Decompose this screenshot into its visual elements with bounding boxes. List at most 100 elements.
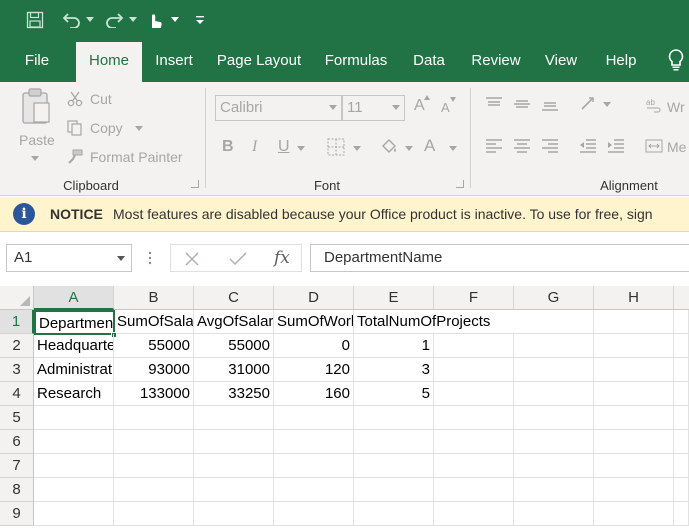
empty-cell[interactable]: [594, 502, 674, 526]
cell-b1[interactable]: SumOfSalary: [114, 310, 194, 334]
empty-cell[interactable]: [434, 358, 514, 382]
align-top-icon[interactable]: [484, 96, 504, 112]
copy-icon[interactable]: [66, 119, 84, 137]
empty-cell[interactable]: [594, 406, 674, 430]
font-color-dropdown-icon[interactable]: [448, 144, 458, 152]
customize-qat-icon[interactable]: [192, 8, 208, 32]
cell-b2[interactable]: 55000: [114, 334, 194, 358]
empty-cell[interactable]: [274, 454, 354, 478]
empty-cell[interactable]: [514, 478, 594, 502]
empty-cell[interactable]: [274, 478, 354, 502]
empty-cell[interactable]: [114, 454, 194, 478]
tab-view[interactable]: View: [538, 40, 584, 82]
empty-cell[interactable]: [274, 406, 354, 430]
cancel-icon[interactable]: [182, 249, 202, 269]
empty-cell[interactable]: [354, 478, 434, 502]
align-right-icon[interactable]: [540, 138, 560, 154]
empty-cell[interactable]: [674, 358, 689, 382]
orientation-icon[interactable]: [578, 94, 600, 114]
column-header-c[interactable]: C: [194, 286, 274, 310]
cell-d3[interactable]: 120: [274, 358, 354, 382]
format-painter-button[interactable]: Format Painter: [90, 149, 183, 165]
column-header-b[interactable]: B: [114, 286, 194, 310]
row-header-9[interactable]: 9: [0, 502, 34, 526]
empty-cell[interactable]: [114, 502, 194, 526]
align-middle-icon[interactable]: [512, 96, 532, 112]
empty-cell[interactable]: [34, 478, 114, 502]
tab-help[interactable]: Help: [598, 40, 644, 82]
empty-cell[interactable]: [34, 454, 114, 478]
redo-dropdown-icon[interactable]: [127, 8, 139, 32]
align-bottom-icon[interactable]: [540, 96, 560, 112]
empty-cell[interactable]: [594, 430, 674, 454]
cell-d1[interactable]: SumOfWorkHours: [274, 310, 354, 334]
row-header-3[interactable]: 3: [0, 358, 34, 382]
copy-button[interactable]: Copy: [90, 120, 123, 136]
underline-button[interactable]: U: [278, 138, 290, 156]
undo-dropdown-icon[interactable]: [84, 8, 96, 32]
empty-cell[interactable]: [594, 334, 674, 358]
cell-e3[interactable]: 3: [354, 358, 434, 382]
tab-file[interactable]: File: [14, 40, 60, 82]
cell-a4[interactable]: Research: [34, 382, 114, 406]
empty-cell[interactable]: [194, 454, 274, 478]
undo-icon[interactable]: [58, 8, 84, 32]
empty-cell[interactable]: [274, 430, 354, 454]
empty-cell[interactable]: [114, 406, 194, 430]
empty-cell[interactable]: [194, 430, 274, 454]
empty-cell[interactable]: [514, 310, 594, 334]
empty-cell[interactable]: [274, 502, 354, 526]
empty-cell[interactable]: [434, 454, 514, 478]
row-header-2[interactable]: 2: [0, 334, 34, 358]
insert-function-button[interactable]: fx: [274, 248, 290, 268]
copy-dropdown-icon[interactable]: [134, 124, 144, 132]
row-header-1[interactable]: 1: [0, 310, 34, 334]
row-header-6[interactable]: 6: [0, 430, 34, 454]
cell-b3[interactable]: 93000: [114, 358, 194, 382]
empty-cell[interactable]: [674, 502, 689, 526]
cell-c2[interactable]: 55000: [194, 334, 274, 358]
tab-home[interactable]: Home: [76, 42, 142, 82]
empty-cell[interactable]: [114, 430, 194, 454]
cell-d4[interactable]: 160: [274, 382, 354, 406]
empty-cell[interactable]: [194, 478, 274, 502]
empty-cell[interactable]: [674, 406, 689, 430]
empty-cell[interactable]: [674, 454, 689, 478]
empty-cell[interactable]: [354, 454, 434, 478]
orientation-dropdown-icon[interactable]: [602, 100, 612, 108]
empty-cell[interactable]: [594, 358, 674, 382]
borders-icon[interactable]: [326, 137, 346, 157]
cell-d2[interactable]: 0: [274, 334, 354, 358]
row-header-7[interactable]: 7: [0, 454, 34, 478]
tab-review[interactable]: Review: [466, 40, 526, 82]
cell-b4[interactable]: 133000: [114, 382, 194, 406]
shrink-font-button[interactable]: A: [441, 100, 450, 115]
merge-center-icon[interactable]: [645, 138, 663, 154]
align-left-icon[interactable]: [484, 138, 504, 154]
cell-a1[interactable]: DepartmentName: [34, 310, 115, 335]
tab-page-layout[interactable]: Page Layout: [212, 40, 306, 82]
empty-cell[interactable]: [514, 334, 594, 358]
touch-mode-icon[interactable]: [143, 8, 167, 32]
paste-dropdown-icon[interactable]: [30, 154, 40, 162]
font-color-button[interactable]: A: [424, 136, 435, 156]
column-header-a[interactable]: A: [34, 286, 114, 310]
name-box[interactable]: A1: [6, 244, 132, 272]
empty-cell[interactable]: [194, 502, 274, 526]
formula-input[interactable]: DepartmentName: [310, 244, 689, 272]
cell-e2[interactable]: 1: [354, 334, 434, 358]
borders-dropdown-icon[interactable]: [352, 144, 362, 152]
empty-cell[interactable]: [674, 382, 689, 406]
paste-button[interactable]: Paste: [19, 132, 55, 148]
redo-icon[interactable]: [102, 8, 128, 32]
tab-formulas[interactable]: Formulas: [318, 40, 394, 82]
empty-cell[interactable]: [434, 382, 514, 406]
empty-cell[interactable]: [674, 310, 689, 334]
cell-c1[interactable]: AvgOfSalary: [194, 310, 274, 334]
empty-cell[interactable]: [514, 382, 594, 406]
row-header-5[interactable]: 5: [0, 406, 34, 430]
cell-c4[interactable]: 33250: [194, 382, 274, 406]
enter-icon[interactable]: [228, 249, 248, 269]
empty-cell[interactable]: [674, 478, 689, 502]
empty-cell[interactable]: [34, 502, 114, 526]
